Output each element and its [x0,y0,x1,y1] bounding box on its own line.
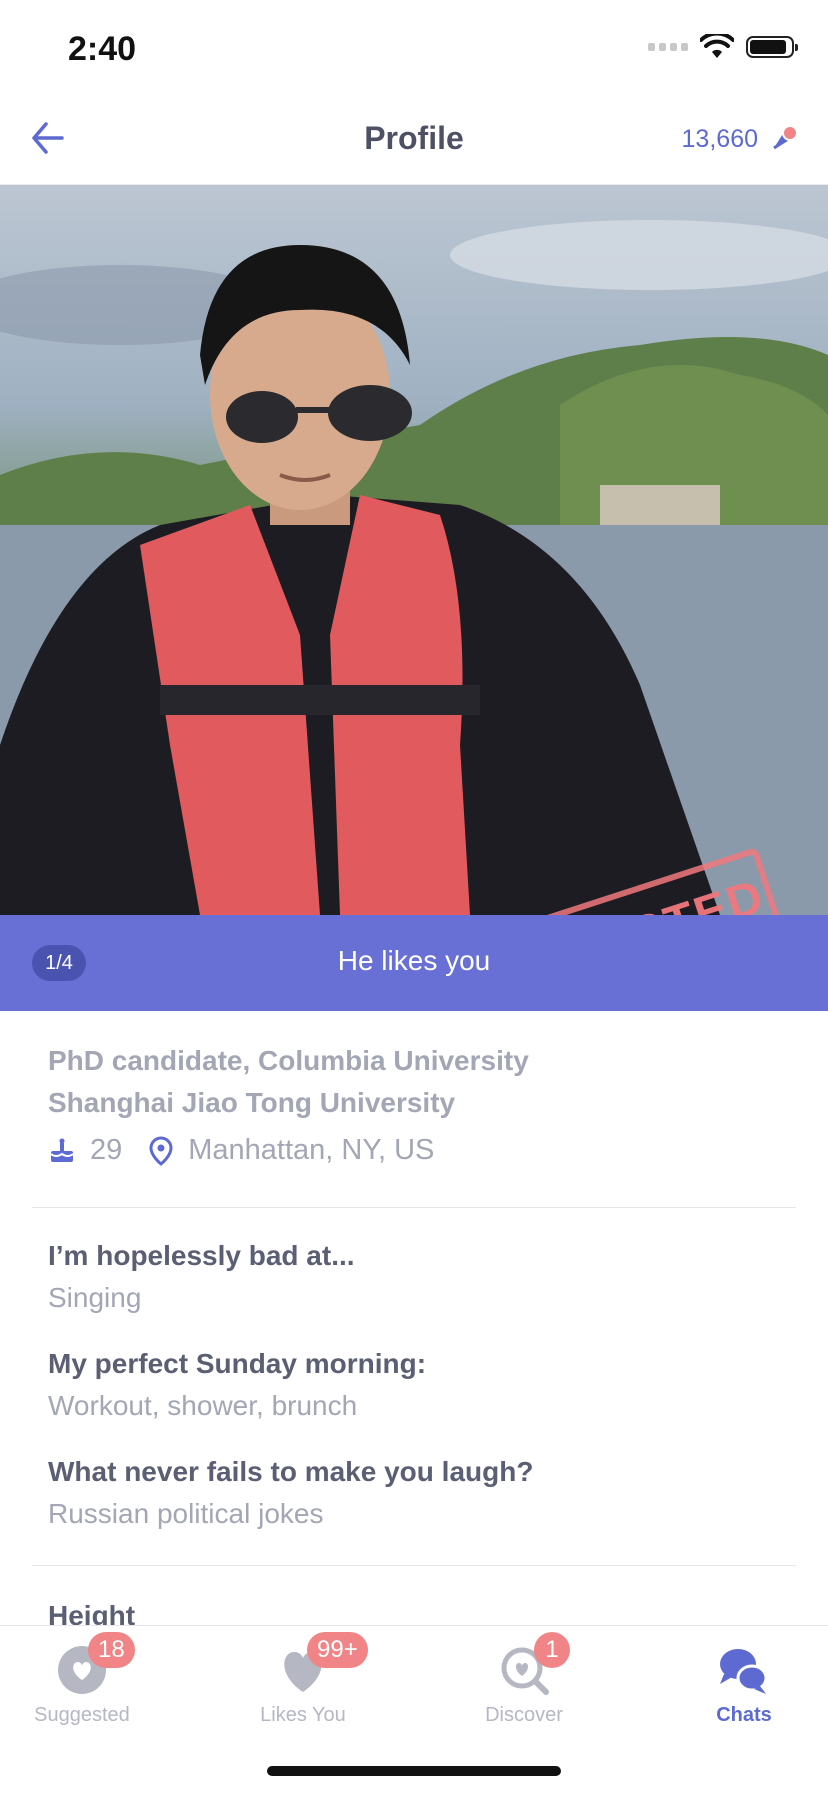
profile-photo[interactable]: CONNECTED [0,185,828,915]
education-line: PhD candidate, Columbia University [48,1045,529,1076]
prompt-item: My perfect Sunday morning: Workout, show… [48,1348,788,1422]
prompt-question: My perfect Sunday morning: [48,1348,427,1379]
heart-icon: 99+ [273,1632,368,1700]
prompt-question: What never fails to make you laugh? [48,1456,534,1487]
prompt-answer: Russian political jokes [48,1498,324,1529]
home-indicator [267,1766,561,1776]
age: 29 [90,1134,123,1166]
prompt-item: What never fails to make you laugh? Russ… [48,1456,788,1530]
prompt-answer: Singing [48,1282,142,1313]
tab-label: Likes You [260,1704,346,1726]
location: Manhattan, NY, US [188,1134,435,1166]
wifi-icon [700,34,734,58]
tab-label: Chats [716,1704,772,1726]
badge-count: 1 [534,1632,570,1668]
badge-count: 18 [88,1632,135,1668]
signal-icon [648,43,688,51]
badge-count: 99+ [307,1632,368,1668]
nav-bar: Profile 13,660 [0,92,828,185]
status-icons [648,34,798,60]
photo-image [0,220,828,915]
divider [32,1565,796,1566]
search-heart-icon: 1 [494,1632,570,1700]
likes-banner: 1/4 He likes you [0,915,828,1011]
status-bar: 2:40 [0,0,828,92]
profile-info: PhD candidate, Columbia University Shang… [48,1040,788,1167]
location-pin-icon [149,1135,173,1166]
tab-label: Suggested [34,1704,130,1726]
meta-row: 29 Manhattan, NY, US [48,1134,788,1167]
cake-icon [50,1138,74,1162]
likes-text: He likes you [337,945,491,976]
tab-likes-you[interactable]: 99+ Likes You [223,1632,383,1727]
tab-discover[interactable]: 1 Discover [444,1632,604,1727]
chat-bubbles-icon [714,1640,774,1700]
tab-suggested[interactable]: 18 Suggested [2,1632,162,1727]
tab-chats[interactable]: Chats [664,1640,824,1727]
education-line: Shanghai Jiao Tong University [48,1087,456,1118]
heart-circle-icon: 18 [52,1632,135,1700]
status-time: 2:40 [68,30,137,68]
coin-balance[interactable]: 13,660 [682,124,798,154]
prompt-answer: Workout, shower, brunch [48,1390,358,1421]
prompt-item: I’m hopelessly bad at... Singing [48,1240,788,1314]
coin-count: 13,660 [681,124,758,153]
divider [32,1207,796,1208]
battery-icon [746,36,798,58]
tab-label: Discover [485,1704,563,1726]
prompt-question: I’m hopelessly bad at... [48,1240,355,1271]
coin-icon [768,124,798,154]
